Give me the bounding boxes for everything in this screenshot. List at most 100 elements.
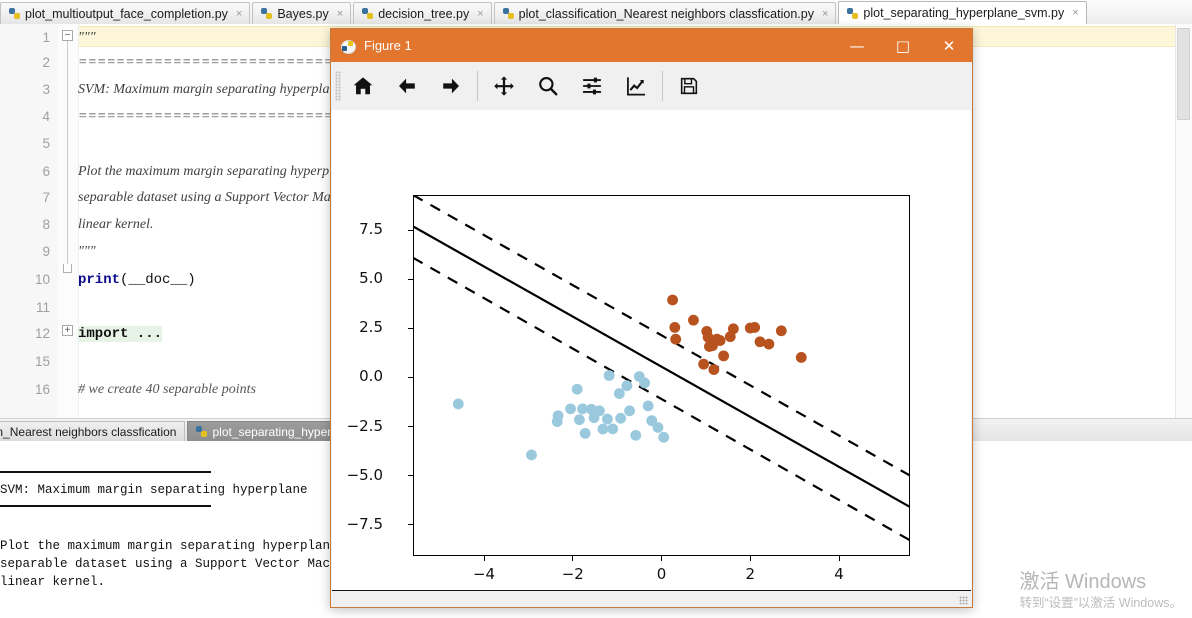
scatter-point-class-1 [718, 350, 730, 362]
line-number: 6 [42, 164, 50, 179]
x-tick-label: −4 [472, 565, 496, 583]
line-number: 16 [34, 382, 50, 397]
x-tick-mark [661, 556, 663, 561]
scatter-point-class-1 [763, 338, 775, 350]
docstring-text: linear kernel. [78, 217, 154, 232]
editor-tab-label: plot_separating_hyperplane_svm.py [863, 6, 1065, 20]
scatter-point-class-1 [670, 333, 682, 345]
plot-data-layer [413, 195, 910, 542]
minimize-button[interactable]: — [834, 29, 880, 62]
watermark-line-2: 转到“设置”以激活 Windows。 [1019, 596, 1182, 610]
python-file-icon [502, 8, 514, 19]
line-number: 15 [34, 354, 50, 369]
zoom-magnifier-icon[interactable] [526, 64, 570, 108]
configure-subplots-icon[interactable] [570, 64, 614, 108]
y-tick-label: 2.5 [359, 318, 383, 337]
editor-scrollbar[interactable] [1175, 24, 1192, 418]
plot-line-margin-lower [413, 256, 910, 542]
scatter-point-class-0 [624, 405, 635, 417]
line-number: 9 [42, 244, 50, 259]
maximize-button[interactable]: □ [880, 29, 926, 62]
close-button[interactable]: ✕ [926, 29, 972, 62]
close-icon[interactable]: × [236, 8, 242, 20]
console-tab-label: plot_classification_Nearest neighbors cl… [0, 424, 177, 439]
y-tick-label: −5.0 [346, 465, 383, 484]
close-icon[interactable]: × [337, 8, 343, 20]
line-number: 10 [34, 272, 50, 287]
editor-tab-label: plot_multioutput_face_completion.py [25, 6, 228, 21]
code-folding-column[interactable] [58, 24, 79, 418]
code-line-16[interactable]: # we create 40 separable points [78, 382, 256, 398]
code-line-8[interactable]: linear kernel. [78, 217, 153, 233]
close-icon[interactable]: × [477, 8, 483, 20]
editor-tab-3[interactable]: plot_classification_Nearest neighbors cl… [493, 2, 837, 24]
close-icon[interactable]: × [1072, 7, 1078, 19]
editor-scrollbar-thumb[interactable] [1177, 28, 1190, 120]
scatter-point-class-0 [639, 377, 651, 389]
figure-title-bar[interactable]: Figure 1 — □ ✕ [331, 29, 972, 62]
docstring-text: """ [78, 244, 96, 259]
editor-tab-4[interactable]: plot_separating_hyperplane_svm.py × [838, 1, 1087, 24]
scatter-point-class-0 [571, 383, 583, 395]
plot-line-decision-boundary [413, 225, 910, 508]
figure-canvas[interactable]: −7.5 −5.0 −2.5 0.0 2.5 5.0 7.5 −4 −2 0 2 4 [332, 110, 971, 592]
code-line-3[interactable]: SVM: Maximum margin separating hyperplan… [78, 82, 343, 98]
x-tick-label: 2 [745, 565, 756, 583]
home-icon[interactable] [341, 64, 385, 108]
windows-activation-watermark: 激活 Windows 转到“设置”以激活 Windows。 [1019, 570, 1182, 612]
editor-tab-0[interactable]: plot_multioutput_face_completion.py × [0, 2, 251, 24]
code-line-1[interactable]: """ [78, 30, 96, 46]
scatter-point-class-0 [642, 400, 654, 412]
python-file-icon [9, 8, 20, 19]
scatter-point-class-0 [603, 370, 615, 381]
docstring-text: SVM: Maximum margin separating hyperplan… [78, 82, 343, 97]
editor-tab-2[interactable]: decision_tree.py × [353, 2, 492, 24]
scatter-point-class-1 [727, 323, 739, 335]
fold-toggle-imports[interactable]: + [62, 325, 73, 336]
fold-toggle-docstring[interactable]: − [62, 30, 73, 41]
y-tick-mark [408, 229, 413, 231]
figure-window-title: Figure 1 [364, 38, 412, 53]
console-line-body-3: linear kernel. [0, 575, 106, 589]
collapsed-import-block[interactable]: import ... [78, 326, 163, 342]
scatter-point-class-0 [579, 427, 591, 439]
code-line-10[interactable]: print(__doc__) [78, 272, 196, 288]
scatter-point-class-0 [652, 422, 664, 433]
scatter-point-class-1 [749, 322, 761, 333]
editor-tab-label: Bayes.py [277, 6, 329, 21]
pan-move-icon[interactable] [482, 64, 526, 108]
code-line-9[interactable]: """ [78, 244, 96, 260]
watermark-line-1: 激活 Windows [1019, 571, 1147, 593]
y-tick-mark [408, 426, 413, 428]
editor-tab-1[interactable]: Bayes.py × [252, 2, 352, 24]
scatter-point-class-1 [669, 322, 681, 333]
code-comment: # we create 40 separable points [78, 382, 256, 397]
matplotlib-figure-window[interactable]: Figure 1 — □ ✕ −7.5 −5.0 −2.5 0.0 2.5 5.… [330, 28, 973, 608]
matplotlib-logo-icon [340, 38, 356, 54]
python-file-icon [261, 8, 273, 19]
forward-arrow-icon[interactable] [429, 64, 473, 108]
y-tick-label: 0.0 [359, 367, 383, 386]
python-file-icon [362, 8, 374, 19]
save-floppy-icon[interactable] [667, 64, 711, 108]
fold-guide-line [67, 38, 68, 268]
x-tick-mark [483, 556, 485, 561]
code-line-12[interactable]: import ... [78, 326, 163, 342]
console-tab-0[interactable]: plot_classification_Nearest neighbors cl… [0, 421, 186, 441]
x-tick-label: −2 [561, 565, 584, 583]
editor-tab-label: decision_tree.py [378, 6, 470, 21]
scatter-point-class-1 [698, 358, 710, 370]
python-file-icon [847, 7, 859, 19]
resize-grip[interactable] [959, 596, 968, 605]
scatter-point-class-0 [601, 413, 613, 425]
back-arrow-icon[interactable] [385, 64, 429, 108]
scatter-point-class-0 [607, 423, 619, 435]
scatter-point-class-0 [593, 405, 605, 417]
docstring-text: """ [78, 30, 96, 45]
code-arg: (__doc__) [120, 272, 196, 288]
console-rule-bottom [0, 505, 211, 507]
y-tick-label: 5.0 [359, 269, 383, 288]
edit-axis-curve-icon[interactable] [614, 64, 658, 108]
close-icon[interactable]: × [822, 8, 828, 20]
y-tick-mark [408, 524, 413, 526]
